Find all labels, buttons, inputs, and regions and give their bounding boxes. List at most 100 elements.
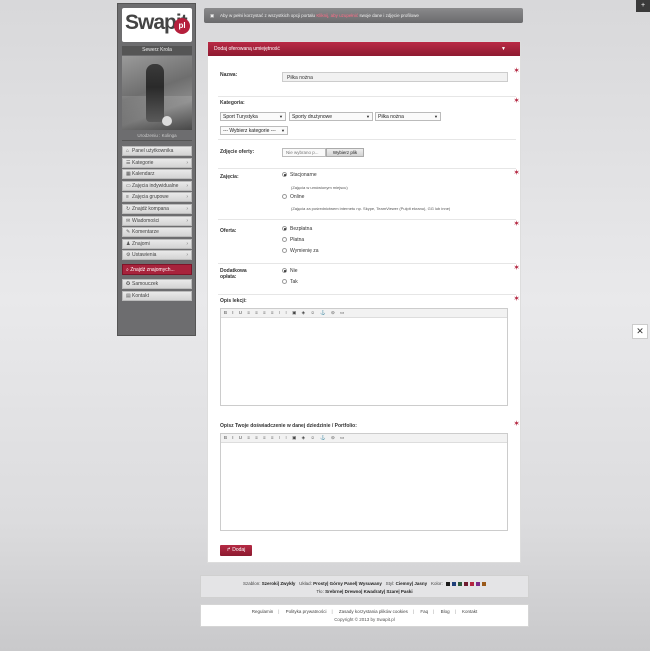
footer-link-blog[interactable]: Blog: [441, 609, 450, 614]
radio-unchecked: [282, 248, 287, 254]
required-star: ✶: [513, 263, 520, 272]
extra-fee-option-label: Tak: [290, 279, 298, 285]
submit-button[interactable]: ↱ Dodaj: [220, 545, 252, 556]
notice-link[interactable]: Kliknij, aby uzupełnić: [316, 13, 358, 18]
tools-icon[interactable]: ✕: [632, 324, 648, 339]
required-star: ✶: [513, 96, 520, 105]
sidebar-item-label: Zajęcia grupowe: [132, 194, 169, 201]
color-swatch[interactable]: [463, 581, 468, 586]
experience-label: Opisz Twoje doświadczenie w danej dziedz…: [220, 423, 357, 429]
footer-link-cookies[interactable]: Zasady korzystania plików cookies: [339, 609, 408, 614]
classes-row: Zajęcia: ✶ Stacjonarne (Zajęcia w umówio…: [218, 169, 520, 220]
sidebar-item-label: Panel użytkownika: [132, 148, 174, 154]
sidebar-item-label: Kalendarz: [132, 171, 155, 178]
sidebar-item-contact[interactable]: ▤Kontakt: [122, 290, 192, 301]
avatar[interactable]: [122, 56, 192, 130]
description-label: Opis lekcji:: [220, 298, 247, 304]
sidebar: Swapit pl Sewerz Krola Urodzeniu : Kolin…: [117, 3, 196, 336]
sidebar-item-partner[interactable]: ↻ Znajdź kompana ›: [122, 203, 192, 214]
color-swatch[interactable]: [481, 581, 486, 586]
arrangement-label: Układ:: [299, 581, 312, 586]
classes-option-stationary[interactable]: Stacjonarne: [282, 172, 317, 178]
avatar-figure: [146, 64, 164, 122]
color-swatch[interactable]: [457, 581, 462, 586]
copyright: Copyright © 2013 by Swapit.pl: [334, 617, 395, 622]
radio-unchecked: [282, 194, 287, 200]
extra-fee-option-no[interactable]: Nie: [282, 268, 298, 274]
editor-toolbar[interactable]: B I U ≡ ≡ ≡ ≡ ⁝ ⁝ ▣ ◈ ☺ ⚓ ⊝ ▭: [221, 309, 507, 318]
sidebar-item-comments[interactable]: ✎ Komentarze: [122, 227, 192, 238]
sidebar-item-settings[interactable]: ⚙ Ustawienia ›: [122, 250, 192, 261]
style-label: Styl:: [385, 581, 395, 586]
footer-link-privacy[interactable]: Polityka prywatności: [286, 609, 327, 614]
category-select-4-value: --- Wybierz kategorie ---: [223, 128, 276, 134]
offer-option-label: Wymienię za: [290, 248, 319, 254]
chevron-right-icon: ›: [186, 217, 188, 224]
background-options[interactable]: Srebrne| Drewno| Kwadraty| Szare| Paski: [325, 589, 413, 594]
sidebar-item-individual[interactable]: ▭Zajęcia indywidualne ›: [122, 180, 192, 191]
extra-fee-option-yes[interactable]: Tak: [282, 279, 298, 285]
photo-label: Zdjęcie oferty:: [220, 149, 255, 155]
classes-option-label: Online: [290, 194, 305, 200]
plus-icon[interactable]: +: [636, 0, 650, 12]
friend-search-button[interactable]: ⌕ Znajdź znajomych...: [122, 264, 192, 276]
layout-label: Szablon:: [243, 581, 261, 586]
color-swatch[interactable]: [469, 581, 474, 586]
offer-option-free[interactable]: Bezpłatna: [282, 226, 312, 232]
info-icon: ▣: [210, 13, 215, 18]
category-select-2[interactable]: Sporty drużynowe ▼: [289, 112, 373, 121]
notice-text-end: swoje dane i zdjęcie profilowe: [359, 13, 419, 18]
photo-row: Zdjęcie oferty: Nie wybrano p... Wybierz…: [218, 140, 516, 169]
category-select-4[interactable]: --- Wybierz kategorie --- ▼: [220, 126, 288, 135]
sidebar-item-friends[interactable]: ♟ Znajomi ›: [122, 238, 192, 249]
offer-option-paid[interactable]: Płatna: [282, 237, 304, 243]
footer: Regulamin | Polityka prywatności | Zasady …: [200, 604, 529, 627]
category-select-3[interactable]: Piłka nożna ▼: [375, 112, 441, 121]
category-select-3-value: Piłka nożna: [378, 114, 404, 120]
logo[interactable]: Swapit pl: [122, 8, 192, 42]
chevron-down-icon: ▼: [366, 114, 370, 119]
experience-editor[interactable]: B I U ≡ ≡ ≡ ≡ ⁝ ⁝ ▣ ◈ ☺ ⚓ ⊝ ▭: [220, 433, 508, 531]
footer-link-contact[interactable]: Kontakt: [462, 609, 477, 614]
user-meta: Urodzeniu : Kolinga: [122, 132, 192, 141]
style-options[interactable]: Ciemny| Jasny: [396, 581, 428, 586]
classes-hint: (Zajęcia w umówionym miejscu): [291, 185, 348, 190]
offer-option-exchange[interactable]: Wymienię za: [282, 248, 319, 254]
chevron-down-icon: ▼: [279, 114, 283, 119]
footer-link-faq[interactable]: Faq: [420, 609, 428, 614]
classes-option-label: Stacjonarne: [290, 172, 317, 178]
offer-option-label: Bezpłatna: [290, 226, 313, 232]
color-swatch[interactable]: [451, 581, 456, 586]
footer-link-terms[interactable]: Regulamin: [252, 609, 274, 614]
required-star: ✶: [513, 219, 520, 228]
category-row: Kategoria: ✶ Sport Turystyka ▼ Sporty dru…: [218, 97, 520, 140]
chevron-right-icon: ›: [186, 159, 188, 166]
sidebar-item-label: Znajomi: [132, 240, 150, 247]
sidebar-item-group[interactable]: ≡ Zajęcia grupowe ›: [122, 192, 192, 203]
sidebar-item-tutorial[interactable]: ✪ Samouczek: [122, 279, 192, 290]
classes-option-online[interactable]: Online: [282, 194, 304, 200]
name-input[interactable]: Piłka nożna: [282, 72, 508, 82]
classes-hint: (Zajęcia za pośrednictwem internetu np. …: [291, 206, 451, 211]
description-editor[interactable]: B I U ≡ ≡ ≡ ≡ ⁝ ⁝ ▣ ◈ ☺ ⚓ ⊝ ▭: [220, 308, 508, 406]
sidebar-item-messages[interactable]: ✉ Wiadomości ›: [122, 215, 192, 226]
offer-label: Oferta:: [220, 228, 237, 234]
sidebar-item-label: Kategorie: [132, 159, 154, 166]
arrangement-options[interactable]: Prosty| Górny Panel| Wysuwany: [313, 581, 382, 586]
sidebar-item-categories[interactable]: ☰ Kategorie ›: [122, 157, 192, 168]
color-swatches[interactable]: [444, 581, 486, 586]
radio-checked: [282, 172, 287, 178]
editor-toolbar[interactable]: B I U ≡ ≡ ≡ ≡ ⁝ ⁝ ▣ ◈ ☺ ⚓ ⊝ ▭: [221, 434, 507, 443]
user-name: Sewerz Krola: [122, 46, 192, 55]
color-swatch[interactable]: [475, 581, 480, 586]
category-select-1[interactable]: Sport Turystyka ▼: [220, 112, 286, 121]
file-input[interactable]: Nie wybrano p...: [282, 148, 326, 157]
sidebar-item-calendar[interactable]: ▦Kalendarz: [122, 169, 192, 180]
collapse-icon[interactable]: ▼: [501, 42, 506, 56]
avatar-ball: [162, 116, 172, 126]
sidebar-item-panel[interactable]: ⌂ Panel użytkownika: [122, 146, 192, 156]
color-swatch[interactable]: [445, 581, 450, 586]
choose-file-button[interactable]: Wybierz plik: [326, 148, 364, 157]
layout-options[interactable]: Szeroki| Zwykły: [262, 581, 296, 586]
classes-label: Zajęcia:: [220, 174, 239, 180]
